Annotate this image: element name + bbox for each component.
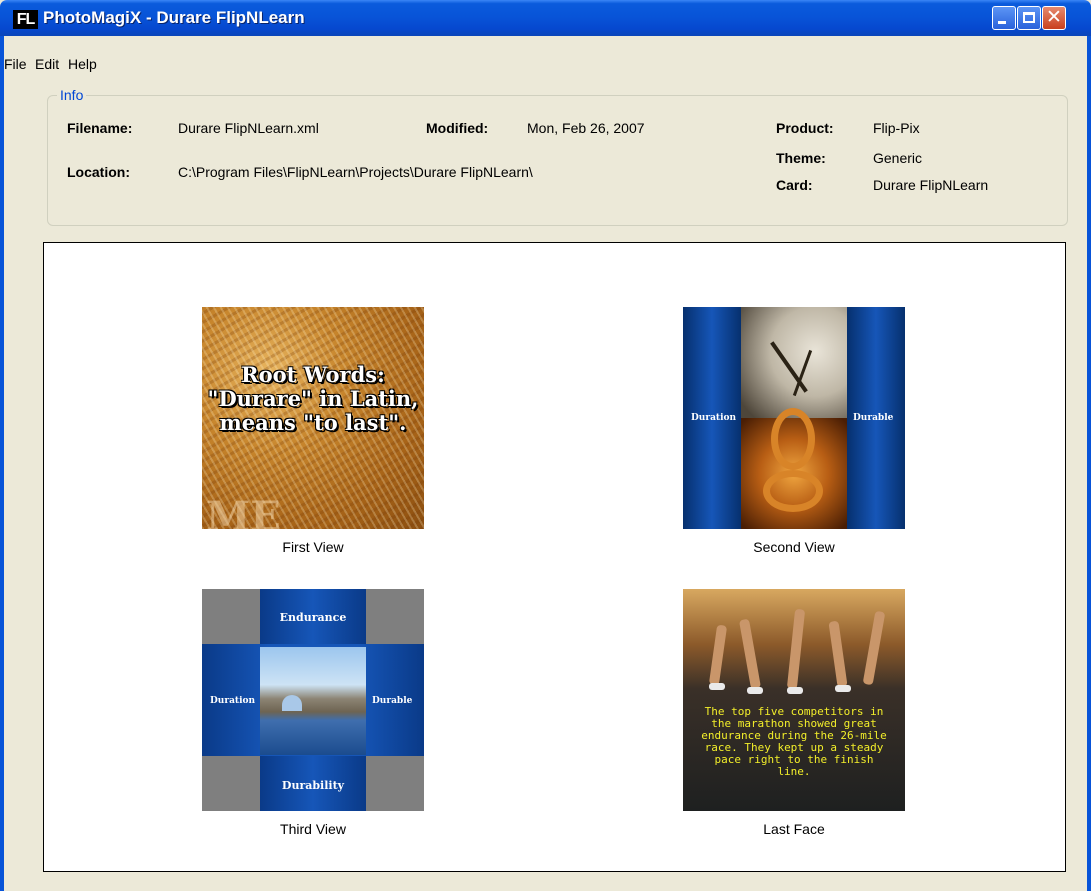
modified-label: Modified: (426, 120, 489, 136)
last-face-thumbnail[interactable]: The top five competitors in the marathon… (683, 589, 905, 811)
third-view-bottom-label: Durability (281, 779, 345, 792)
third-view-right-label: Durable (372, 696, 413, 706)
filename-value: Durare FlipNLearn.xml (178, 120, 319, 136)
window-frame-left (0, 36, 4, 891)
theme-label: Theme: (776, 150, 826, 166)
rock-arch-icon (282, 695, 302, 711)
second-view-caption: Second View (753, 539, 835, 555)
filename-label: Filename: (67, 120, 133, 136)
close-button[interactable]: ✕ (1042, 6, 1066, 30)
maximize-button[interactable] (1017, 6, 1041, 30)
location-label: Location: (67, 164, 130, 180)
third-view-thumbnail[interactable]: Endurance Durability Duration Durable (202, 589, 424, 811)
card-value: Durare FlipNLearn (873, 177, 989, 193)
views-panel (43, 242, 1066, 872)
running-shoe-icon (835, 685, 851, 692)
rock-arch-image (260, 647, 366, 755)
window-frame-right (1087, 36, 1091, 891)
menu-help[interactable]: Help (68, 56, 97, 72)
first-view-caption: First View (282, 539, 344, 555)
running-shoe-icon (747, 687, 763, 694)
card-label: Card: (776, 177, 813, 193)
third-view-caption: Third View (280, 821, 346, 837)
product-value: Flip-Pix (873, 120, 920, 136)
third-view-left-label: Duration (210, 696, 256, 706)
menu-file[interactable]: File (4, 56, 27, 72)
runner-leg-icon (708, 624, 728, 686)
product-label: Product: (776, 120, 834, 136)
chain-link-icon (771, 408, 815, 470)
chain-image (741, 408, 847, 529)
modified-value: Mon, Feb 26, 2007 (527, 120, 645, 136)
maximize-icon (1023, 12, 1035, 23)
second-view-right-label: Durable (853, 413, 894, 423)
clock-image (741, 307, 847, 418)
last-face-text: The top five competitors in the marathon… (701, 705, 887, 778)
second-view-thumbnail[interactable]: Duration Durable (683, 307, 905, 529)
minimize-icon (998, 21, 1006, 24)
last-face-caption: Last Face (763, 821, 825, 837)
app-icon: FL (13, 10, 38, 29)
close-icon: ✕ (1046, 7, 1062, 28)
menu-edit[interactable]: Edit (35, 56, 59, 72)
second-view-left-label: Duration (691, 413, 737, 423)
runner-leg-icon (738, 618, 762, 690)
chain-link-icon (763, 470, 823, 512)
window-title: PhotoMagiX - Durare FlipNLearn (43, 8, 305, 27)
first-view-thumbnail[interactable]: ME Root Words: "Durare" in Latin, means … (202, 307, 424, 529)
info-group-title: Info (57, 87, 87, 103)
minimize-button[interactable] (992, 6, 1016, 30)
title-bar[interactable]: FL PhotoMagiX - Durare FlipNLearn ✕ (0, 0, 1091, 36)
runner-leg-icon (862, 610, 886, 686)
runner-leg-icon (828, 620, 848, 688)
first-view-text: Root Words: "Durare" in Latin, means "to… (207, 362, 419, 435)
running-shoe-icon (787, 687, 803, 694)
running-shoe-icon (709, 683, 725, 690)
theme-value: Generic (873, 150, 923, 166)
runner-leg-icon (786, 608, 806, 690)
third-view-top-label: Endurance (279, 611, 347, 624)
first-view-background-letters: ME (206, 493, 281, 529)
location-value: C:\Program Files\FlipNLearn\Projects\Dur… (178, 164, 533, 180)
